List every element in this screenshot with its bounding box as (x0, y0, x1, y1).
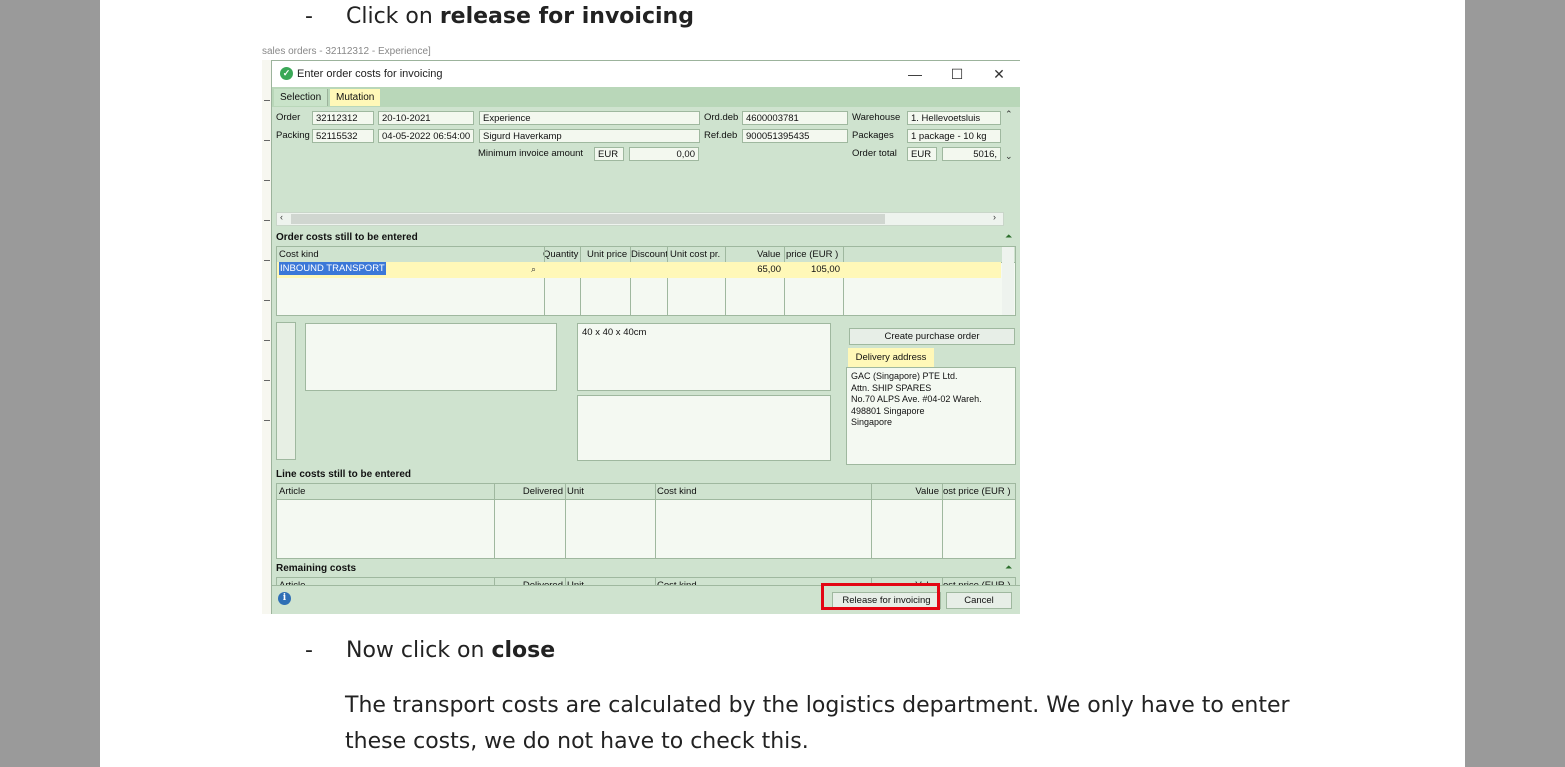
memo-bottom[interactable] (577, 395, 831, 461)
ordertotal-currency-field[interactable]: EUR (907, 147, 937, 161)
warehouse-field[interactable]: 1. Hellevoetsluis (907, 111, 1001, 125)
col-article: Article (279, 486, 306, 497)
memo-dimensions[interactable]: 40 x 40 x 40cm (577, 323, 831, 391)
horizontal-scrollbar[interactable]: ‹ › (276, 212, 1004, 226)
create-purchase-order-button[interactable]: Create purchase order (849, 328, 1015, 345)
tab-selection[interactable]: Selection (274, 89, 329, 106)
dialog-titlebar: ✓ Enter order costs for invoicing — ☐ ✕ (272, 61, 1020, 87)
col-quantity: Quantity (543, 249, 579, 260)
packages-field[interactable]: 1 package - 10 kg (907, 129, 1001, 143)
row-value: 65,00 (757, 264, 781, 275)
refdeb-field[interactable]: 900051395435 (742, 129, 848, 143)
close-window-button[interactable]: ✕ (984, 64, 1014, 84)
col-unit-cost-price: Unit cost pr. (670, 249, 721, 260)
order-costs-title: Order costs still to be entered (276, 232, 418, 243)
warehouse-label: Warehouse (852, 112, 901, 123)
min-invoice-value-field[interactable]: 0,00 (629, 147, 699, 161)
cancel-button[interactable]: Cancel (946, 592, 1012, 609)
order-date-field[interactable]: 20-10-2021 (378, 111, 474, 125)
bullet-dash-2: - (305, 638, 313, 663)
bullet-dash-1: - (305, 4, 313, 29)
col-value: Value (757, 249, 781, 260)
minimize-button[interactable]: — (900, 64, 930, 84)
tab-mutation[interactable]: Mutation (330, 89, 381, 106)
packing-label: Packing l (276, 130, 315, 141)
scroll-left-icon[interactable]: ‹ (280, 212, 283, 222)
packing-datetime-field[interactable]: 04-05-2022 06:54:00 (378, 129, 474, 143)
col-unit: Unit (567, 486, 584, 497)
orddeb-label: Ord.deb (704, 112, 739, 123)
collapse-icon[interactable]: ⏶ (1005, 231, 1012, 242)
dialog-title: Enter order costs for invoicing (297, 68, 443, 80)
collapse-icon[interactable]: ⏶ (1005, 562, 1012, 573)
memo-left[interactable] (305, 323, 557, 391)
instruction-close: Now click on close (346, 638, 556, 663)
screenshot: sales orders - 32112312 - Experience] ✓ … (262, 44, 1020, 614)
col-cost-kind: Cost kind (279, 249, 319, 260)
packing-person-field[interactable]: Sigurd Haverkamp (479, 129, 700, 143)
maximize-button[interactable]: ☐ (942, 64, 972, 84)
app-icon: ✓ (280, 67, 293, 80)
col-unit-price: Unit price (587, 249, 628, 260)
explanation-paragraph: The transport costs are calculated by th… (345, 693, 1290, 754)
lookup-icon[interactable]: ⌕ (531, 264, 536, 275)
tab-bar: Selection Mutation (272, 87, 1020, 107)
scroll-right-icon[interactable]: › (993, 212, 996, 222)
order-label: Order (276, 112, 301, 123)
col-cost-kind: Cost kind (657, 486, 697, 497)
min-invoice-label: Minimum invoice amount (478, 148, 584, 159)
ordertotal-value-field[interactable]: 5016, (942, 147, 1001, 161)
instruction-release: Click on release for invoicing (346, 4, 694, 29)
col-delivered: Delivered (522, 486, 563, 497)
order-costs-grid: Cost kind Quantity Unit price Discount U… (276, 246, 1016, 316)
packing-number-field[interactable]: 52115532 (312, 129, 374, 143)
delivery-address-text: GAC (Singapore) PTE Ltd. Attn. SHIP SPAR… (846, 367, 1016, 465)
order-costs-vscroll[interactable] (1002, 247, 1014, 315)
cost-kind-input[interactable]: INBOUND TRANSPORT (279, 262, 386, 275)
ordertotal-label: Order total (852, 148, 897, 159)
line-costs-title: Line costs still to be entered (276, 469, 412, 480)
scroll-up-icon[interactable]: ⌃ (1005, 109, 1013, 120)
order-description-field[interactable]: Experience (479, 111, 700, 125)
tab-delivery-address[interactable]: Delivery address (848, 348, 934, 367)
col-discount: Discount (631, 249, 667, 260)
row-price: 105,00 (810, 264, 840, 275)
remaining-costs-title: Remaining costs (276, 563, 357, 574)
line-costs-grid: Article Delivered Unit Cost kind Value o… (276, 483, 1016, 559)
packages-label: Packages (852, 130, 894, 141)
info-icon[interactable]: i (278, 592, 291, 605)
background-window-title: sales orders - 32112312 - Experience] (262, 46, 431, 57)
min-invoice-currency-field[interactable]: EUR (594, 147, 624, 161)
order-costs-dialog: ✓ Enter order costs for invoicing — ☐ ✕ … (271, 60, 1020, 614)
scrollbar-thumb[interactable] (291, 214, 885, 224)
col-price-eur: price (EUR ) (786, 249, 839, 260)
memo-scroll-strip[interactable] (276, 322, 296, 460)
col-cost-price: ost price (EUR ) (943, 486, 1011, 497)
dialog-body: Order 32112312 20-10-2021 Experience Ord… (272, 107, 1020, 614)
scroll-down-icon[interactable]: ⌄ (1005, 151, 1013, 162)
col-value: Value (915, 486, 939, 497)
refdeb-label: Ref.deb (704, 130, 738, 141)
order-number-field[interactable]: 32112312 (312, 111, 374, 125)
highlight-box (821, 583, 940, 610)
orddeb-field[interactable]: 4600003781 (742, 111, 848, 125)
